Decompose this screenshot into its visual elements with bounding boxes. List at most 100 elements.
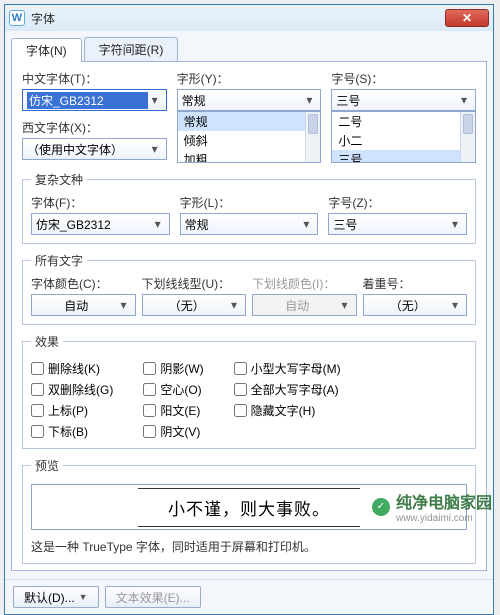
list-item[interactable]: 加粗 — [178, 150, 321, 163]
complex-font-combo[interactable]: 仿宋_GB2312 ▾ — [31, 213, 170, 235]
chevron-down-icon: ▾ — [148, 142, 162, 156]
chevron-down-icon: ▾ — [299, 217, 313, 231]
cn-style-label: 字形(Y)： — [177, 70, 322, 87]
shadow-checkbox[interactable]: 阴影(W) — [143, 360, 203, 377]
close-button[interactable]: ✕ — [445, 9, 489, 27]
text-effect-button: 文本效果(E)... — [105, 586, 201, 608]
underline-color-value: 自动 — [257, 297, 338, 314]
chevron-down-icon: ▾ — [448, 298, 462, 312]
emphasis-label: 着重号： — [363, 275, 468, 292]
list-item[interactable]: 小二 — [332, 131, 475, 150]
superscript-checkbox[interactable]: 上标(P) — [31, 402, 113, 419]
cn-size-value: 三号 — [336, 92, 457, 109]
text-effect-label: 文本效果(E)... — [116, 589, 190, 606]
smallcaps-checkbox[interactable]: 小型大写字母(M) — [234, 360, 341, 377]
west-font-value: （使用中文字体） — [27, 141, 148, 158]
list-item[interactable]: 二号 — [332, 112, 475, 131]
engrave-label: 阴文(V) — [160, 423, 200, 440]
preview-sample: 小不谨，则大事败。 — [138, 488, 360, 527]
effects-legend: 效果 — [31, 333, 63, 350]
font-color-value: 自动 — [36, 297, 117, 314]
window-title: 字体 — [31, 10, 55, 27]
default-button[interactable]: 默认(D)... ▼ — [13, 586, 99, 608]
emboss-checkbox[interactable]: 阳文(E) — [143, 402, 203, 419]
sup-label: 上标(P) — [48, 402, 88, 419]
cn-style-value: 常规 — [182, 92, 303, 109]
watermark: ✓ 纯净电脑家园 www.yidaimi.com — [372, 489, 492, 524]
underline-style-value: （无） — [147, 297, 228, 314]
font-color-combo[interactable]: 自动 ▾ — [31, 294, 136, 316]
cn-font-combo[interactable]: 仿宋_GB2312 ▾ — [22, 89, 167, 111]
complex-font-label: 字体(F)： — [31, 194, 170, 211]
allcaps-checkbox[interactable]: 全部大写字母(A) — [234, 381, 341, 398]
hidden-label: 隐藏文字(H) — [251, 402, 316, 419]
cn-font-value: 仿宋_GB2312 — [27, 92, 148, 109]
complex-font-value: 仿宋_GB2312 — [36, 216, 151, 233]
titlebar: W 字体 ✕ — [5, 5, 493, 31]
dstrike-label: 双删除线(G) — [48, 381, 113, 398]
chevron-down-icon: ▼ — [79, 592, 88, 602]
scroll-thumb[interactable] — [463, 114, 473, 134]
cn-size-list[interactable]: 二号 小二 三号 — [331, 111, 476, 163]
effects-group: 效果 删除线(K) 双删除线(G) 上标(P) 下标(B) 阴影(W) 空心(O… — [22, 333, 476, 449]
underline-color-combo: 自动 ▾ — [252, 294, 357, 316]
chevron-down-icon: ▾ — [151, 217, 165, 231]
hidden-checkbox[interactable]: 隐藏文字(H) — [234, 402, 341, 419]
scrollbar[interactable] — [460, 112, 475, 162]
list-item[interactable]: 常规 — [178, 112, 321, 131]
complex-style-label: 字形(L)： — [180, 194, 319, 211]
complex-size-combo[interactable]: 三号 ▾ — [328, 213, 467, 235]
cn-size-label: 字号(S)： — [331, 70, 476, 87]
cn-style-list[interactable]: 常规 倾斜 加粗 — [177, 111, 322, 163]
chevron-down-icon: ▾ — [302, 93, 316, 107]
chevron-down-icon: ▾ — [448, 217, 462, 231]
dialog-footer: 默认(D)... ▼ 文本效果(E)... — [5, 579, 493, 614]
chevron-down-icon: ▾ — [338, 298, 352, 312]
alltext-legend: 所有文字 — [31, 252, 87, 269]
underline-style-combo[interactable]: （无） ▾ — [142, 294, 247, 316]
emphasis-combo[interactable]: （无） ▾ — [363, 294, 468, 316]
sub-label: 下标(B) — [48, 423, 88, 440]
engrave-checkbox[interactable]: 阴文(V) — [143, 423, 203, 440]
default-button-label: 默认(D)... — [24, 589, 75, 606]
scrollbar[interactable] — [305, 112, 320, 162]
strike-label: 删除线(K) — [48, 360, 100, 377]
complex-size-label: 字号(Z)： — [328, 194, 467, 211]
complex-style-value: 常规 — [185, 216, 300, 233]
complex-legend: 复杂文种 — [31, 171, 87, 188]
complex-style-combo[interactable]: 常规 ▾ — [180, 213, 319, 235]
watermark-text: 纯净电脑家园 — [396, 489, 492, 513]
tab-char-spacing[interactable]: 字符间距(R) — [84, 37, 179, 61]
underline-style-label: 下划线线型(U)： — [142, 275, 247, 292]
emphasis-value: （无） — [368, 297, 449, 314]
dstrike-checkbox[interactable]: 双删除线(G) — [31, 381, 113, 398]
tab-font[interactable]: 字体(N) — [11, 38, 82, 62]
chevron-down-icon: ▾ — [227, 298, 241, 312]
cn-style-combo[interactable]: 常规 ▾ — [177, 89, 322, 111]
font-description: 这是一种 TrueType 字体，同时适用于屏幕和打印机。 — [31, 538, 467, 555]
west-font-combo[interactable]: （使用中文字体） ▾ — [22, 138, 167, 160]
shadow-label: 阴影(W) — [160, 360, 203, 377]
all-text-group: 所有文字 字体颜色(C)： 自动 ▾ 下划线线型(U)： （无） ▾ — [22, 252, 476, 325]
scroll-thumb[interactable] — [308, 114, 318, 134]
tabstrip: 字体(N) 字符间距(R) — [11, 37, 487, 62]
font-color-label: 字体颜色(C)： — [31, 275, 136, 292]
complex-size-value: 三号 — [333, 216, 448, 233]
chevron-down-icon: ▾ — [117, 298, 131, 312]
hollow-checkbox[interactable]: 空心(O) — [143, 381, 203, 398]
hollow-label: 空心(O) — [160, 381, 201, 398]
cn-size-combo[interactable]: 三号 ▾ — [331, 89, 476, 111]
chevron-down-icon: ▾ — [148, 93, 162, 107]
list-item[interactable]: 倾斜 — [178, 131, 321, 150]
cn-font-label: 中文字体(T)： — [22, 70, 167, 87]
west-font-label: 西文字体(X)： — [22, 119, 167, 136]
strike-checkbox[interactable]: 删除线(K) — [31, 360, 113, 377]
emboss-label: 阳文(E) — [160, 402, 200, 419]
watermark-url: www.yidaimi.com — [396, 513, 492, 524]
allcaps-label: 全部大写字母(A) — [251, 381, 339, 398]
subscript-checkbox[interactable]: 下标(B) — [31, 423, 113, 440]
smallcaps-label: 小型大写字母(M) — [251, 360, 341, 377]
chevron-down-icon: ▾ — [457, 93, 471, 107]
list-item[interactable]: 三号 — [332, 150, 475, 163]
watermark-logo-icon: ✓ — [372, 498, 390, 516]
